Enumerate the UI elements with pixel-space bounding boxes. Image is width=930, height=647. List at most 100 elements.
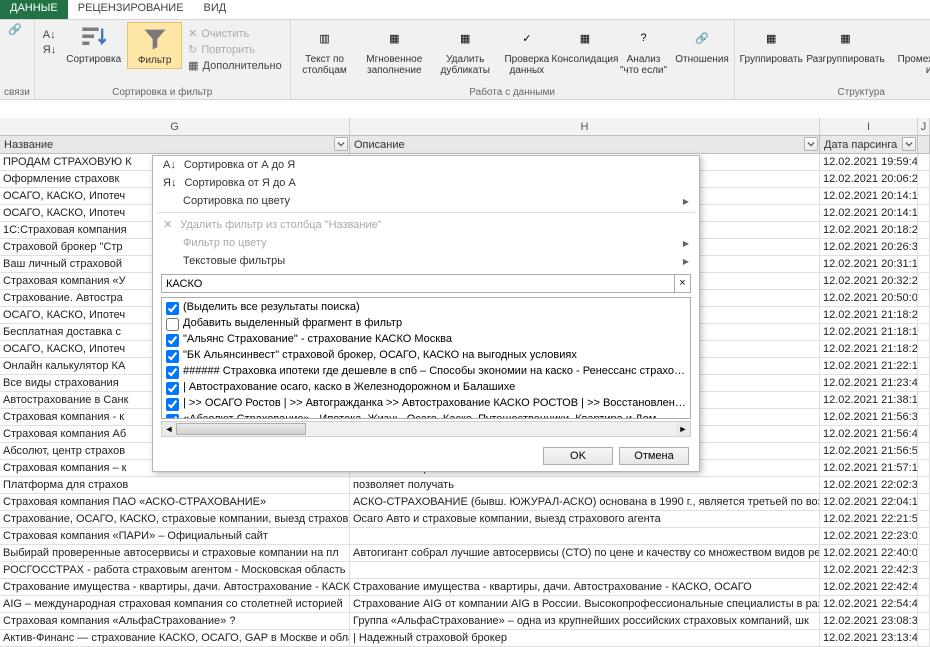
what-if-btn[interactable]: ?Анализ "что если": [614, 22, 672, 78]
cell[interactable]: 12.02.2021 21:56:55: [820, 443, 918, 459]
cell[interactable]: [918, 154, 930, 170]
cell[interactable]: [918, 443, 930, 459]
cell[interactable]: 12.02.2021 20:14:15: [820, 188, 918, 204]
subtotal-btn[interactable]: ΣПромежуточный итог: [887, 22, 930, 78]
filter-check-item[interactable]: ###### Страховка ипотеки где дешевле в с…: [164, 364, 688, 380]
sort-by-color-item[interactable]: Сортировка по цвету: [153, 192, 699, 210]
table-row[interactable]: Платформа для страховпозволяет получать1…: [0, 477, 930, 494]
cell[interactable]: [918, 341, 930, 357]
filter-values-list[interactable]: (Выделить все результаты поиска)Добавить…: [161, 297, 691, 419]
ungroup-btn[interactable]: ▦Разгруппировать: [806, 22, 885, 67]
cell[interactable]: 12.02.2021 21:23:45: [820, 375, 918, 391]
filter-check-item[interactable]: «Абсолют Страхование» - Ипотека, Жизнь, …: [164, 412, 688, 419]
sort-asc-item[interactable]: А↓Сортировка от А до Я: [153, 156, 699, 174]
filter-btn[interactable]: Фильтр: [127, 22, 182, 69]
cancel-button[interactable]: Отмена: [619, 447, 689, 465]
cell[interactable]: | Надежный страховой брокер: [350, 630, 820, 646]
cell[interactable]: 12.02.2021 20:31:14: [820, 256, 918, 272]
checkbox[interactable]: [166, 334, 179, 347]
checkbox[interactable]: [166, 350, 179, 363]
cell[interactable]: Платформа для страхов: [0, 477, 350, 493]
cell[interactable]: 12.02.2021 22:42:45: [820, 579, 918, 595]
cell[interactable]: 12.02.2021 21:18:28: [820, 341, 918, 357]
tab-view[interactable]: ВИД: [194, 0, 237, 19]
cell[interactable]: [350, 562, 820, 578]
cell[interactable]: 12.02.2021 21:18:19: [820, 324, 918, 340]
text-to-columns-btn[interactable]: ▥Текст по столбцам: [295, 22, 355, 78]
cell[interactable]: Автогигант собрал лучшие автосервисы (СТ…: [350, 545, 820, 561]
cell[interactable]: [918, 460, 930, 476]
filter-dropdown-description[interactable]: [804, 137, 818, 151]
cell[interactable]: [918, 630, 930, 646]
cell[interactable]: [918, 290, 930, 306]
edit-links-btn[interactable]: 🔗: [4, 22, 26, 37]
remove-duplicates-btn[interactable]: ▦Удалить дубликаты: [434, 22, 496, 78]
sort-btn[interactable]: Сортировка: [62, 22, 125, 67]
cell[interactable]: [918, 494, 930, 510]
table-row[interactable]: Актив-Финанс — страхование КАСКО, ОСАГО,…: [0, 630, 930, 647]
filter-check-item[interactable]: | >> ОСАГО Ростов | >> Автогражданка >> …: [164, 396, 688, 412]
data-validation-btn[interactable]: ✓Проверка данных: [498, 22, 555, 78]
checkbox[interactable]: [166, 398, 179, 411]
cell[interactable]: Страховая компания ПАО «АСКО-СТРАХОВАНИЕ…: [0, 494, 350, 510]
cell[interactable]: [918, 324, 930, 340]
cell[interactable]: 12.02.2021 20:14:16: [820, 205, 918, 221]
cell[interactable]: [918, 239, 930, 255]
cell[interactable]: 12.02.2021 22:42:35: [820, 562, 918, 578]
cell[interactable]: [918, 528, 930, 544]
cell[interactable]: 12.02.2021 20:32:24: [820, 273, 918, 289]
relationships-btn[interactable]: 🔗Отношения: [675, 22, 730, 67]
cell[interactable]: Страхование, ОСАГО, КАСКО, страховые ком…: [0, 511, 350, 527]
col-header-H[interactable]: H: [350, 118, 820, 135]
cell[interactable]: [918, 409, 930, 425]
cell[interactable]: 12.02.2021 21:38:10: [820, 392, 918, 408]
checkbox[interactable]: [166, 366, 179, 379]
cell[interactable]: 12.02.2021 20:18:20: [820, 222, 918, 238]
clear-filter-btn[interactable]: ✕Очистить: [184, 26, 286, 41]
table-row[interactable]: Выбирай проверенные автосервисы и страхо…: [0, 545, 930, 562]
cell[interactable]: Группа «АльфаСтрахование» – одна из круп…: [350, 613, 820, 629]
ok-button[interactable]: OK: [543, 447, 613, 465]
cell[interactable]: Страховая компания «АльфаСтрахование» ?: [0, 613, 350, 629]
checkbox[interactable]: [166, 414, 179, 419]
cell[interactable]: 12.02.2021 23:13:47: [820, 630, 918, 646]
cell[interactable]: 12.02.2021 22:54:49: [820, 596, 918, 612]
cell[interactable]: 12.02.2021 20:26:38: [820, 239, 918, 255]
cell[interactable]: [918, 188, 930, 204]
cell[interactable]: [918, 307, 930, 323]
cell[interactable]: [918, 596, 930, 612]
cell[interactable]: [918, 562, 930, 578]
filter-check-item[interactable]: (Выделить все результаты поиска): [164, 300, 688, 316]
cell[interactable]: [918, 392, 930, 408]
tab-review[interactable]: РЕЦЕНЗИРОВАНИЕ: [68, 0, 194, 19]
flash-fill-btn[interactable]: ▦Мгновенное заполнение: [356, 22, 432, 78]
table-row[interactable]: Страхование, ОСАГО, КАСКО, страховые ком…: [0, 511, 930, 528]
cell[interactable]: Страхование AIG от компании AIG в России…: [350, 596, 820, 612]
cell[interactable]: [918, 256, 930, 272]
scroll-right-btn[interactable]: ►: [676, 422, 690, 436]
sort-desc-item[interactable]: Я↓Сортировка от Я до А: [153, 174, 699, 192]
table-row[interactable]: Страховая компания ПАО «АСКО-СТРАХОВАНИЕ…: [0, 494, 930, 511]
table-row[interactable]: Страховая компания «ПАРИ» – Официальный …: [0, 528, 930, 545]
cell[interactable]: [350, 528, 820, 544]
cell[interactable]: 12.02.2021 20:50:02: [820, 290, 918, 306]
group-btn[interactable]: ▦Группировать: [739, 22, 804, 67]
scroll-left-btn[interactable]: ◄: [162, 422, 176, 436]
cell[interactable]: АСКО-СТРАХОВАНИЕ (бывш. ЮЖУРАЛ-АСКО) осн…: [350, 494, 820, 510]
table-row[interactable]: AIG – международная страховая компания с…: [0, 596, 930, 613]
cell[interactable]: [918, 477, 930, 493]
table-row[interactable]: Страхование имущества - квартиры, дачи. …: [0, 579, 930, 596]
cell[interactable]: 12.02.2021 21:22:19: [820, 358, 918, 374]
cell[interactable]: 12.02.2021 23:08:38: [820, 613, 918, 629]
tab-data[interactable]: ДАННЫЕ: [0, 0, 68, 19]
sort-az-btn[interactable]: А↓: [39, 28, 60, 42]
cell[interactable]: позволяет получать: [350, 477, 820, 493]
sort-za-btn[interactable]: Я↓: [39, 43, 60, 57]
cell[interactable]: [918, 511, 930, 527]
cell[interactable]: [918, 579, 930, 595]
cell[interactable]: AIG – международная страховая компания с…: [0, 596, 350, 612]
cell[interactable]: [918, 613, 930, 629]
consolidate-btn[interactable]: ▦Консолидация: [557, 22, 612, 67]
filter-check-item[interactable]: "БК Альянсинвест" страховой брокер, ОСАГ…: [164, 348, 688, 364]
cell[interactable]: 12.02.2021 22:02:39: [820, 477, 918, 493]
